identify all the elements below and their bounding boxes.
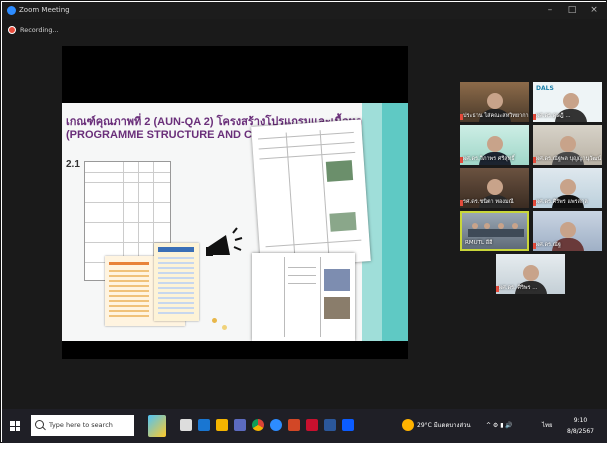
zoom-window: Zoom Meeting – □ × Recording... เกณฑ์คุณ… — [0, 0, 607, 443]
store-icon[interactable] — [234, 419, 246, 431]
tray-icons[interactable]: ^ ⚙ ▮ 🔊 — [486, 409, 513, 443]
participant-tile-active-speaker[interactable]: RMUTL อีอี — [460, 211, 529, 251]
participant-tile[interactable]: ผศ.ดร.ศิริพร แพรสกุล — [533, 168, 602, 208]
powerpoint-icon[interactable] — [288, 419, 300, 431]
megaphone-icon — [204, 225, 244, 263]
windows-taskbar: Type here to search 29°C มีแดดบางส่วน ^ … — [2, 409, 607, 443]
zoom-taskbar-icon[interactable] — [270, 419, 282, 431]
windows-start-icon[interactable] — [10, 421, 20, 431]
dals-logo: DALS — [536, 85, 554, 92]
participant-name: ผศ.ดร.ศิริพร แพรสกุล — [536, 199, 588, 205]
file-explorer-icon[interactable] — [216, 419, 228, 431]
meeting-stage: Recording... เกณฑ์คุณภาพที่ 2 (AUN-QA 2)… — [2, 19, 607, 409]
participant-tile[interactable]: ประธาน ไส่คณะสหวิทยาการ — [460, 82, 529, 122]
window-title: Zoom Meeting — [19, 6, 70, 14]
record-dot-icon — [8, 26, 16, 34]
document-card-top — [251, 119, 371, 269]
minimize-button[interactable]: – — [542, 2, 558, 19]
participant-tile[interactable]: ผศ.ดร.ณัฐ — [533, 211, 602, 251]
language-indicator[interactable]: ไทย — [542, 409, 553, 443]
search-icon — [35, 420, 44, 429]
participant-tile[interactable]: ผศ.ดร.ณัฐพล บุญญานุวัฒน์ — [533, 125, 602, 165]
taskbar-search-box[interactable]: Type here to search — [31, 415, 134, 436]
participant-tile[interactable]: รศ.ดร.ชนิตา ทองมณี — [460, 168, 529, 208]
participant-tile[interactable]: ผศ.ดร.วิภาพร ศรีสุทธิ์ — [460, 125, 529, 165]
participant-name: ประธาน ไส่คณะสหวิทยาการ — [463, 113, 529, 119]
task-view-icon[interactable] — [180, 419, 192, 431]
title-bar: Zoom Meeting – □ × — [2, 2, 607, 19]
presentation-slide: เกณฑ์คุณภาพที่ 2 (AUN-QA 2) โครงสร้างโปร… — [62, 103, 408, 341]
zoom-logo-icon — [7, 6, 16, 15]
participant-name: RMUTL อีอี — [465, 240, 493, 246]
maximize-button[interactable]: □ — [564, 2, 580, 19]
edge-browser-icon[interactable] — [198, 419, 210, 431]
word-icon[interactable] — [324, 419, 336, 431]
clock-time: 9:10 — [573, 417, 588, 424]
recording-label: Recording... — [20, 26, 59, 34]
weather-icon[interactable] — [402, 419, 414, 431]
recording-indicator[interactable]: Recording... — [8, 24, 59, 36]
participant-name: ผศ.ดร.ณัฐ — [536, 242, 561, 248]
decor-dot — [222, 325, 227, 330]
participant-name: ผศ.ดร.วิภาพร ศรีสุทธิ์ — [463, 156, 515, 162]
close-button[interactable]: × — [586, 2, 602, 19]
search-placeholder: Type here to search — [49, 421, 113, 429]
clock[interactable]: 9:10 8/8/2567 — [567, 415, 594, 449]
participant-name: รศ.ดร.ชนิตา ทองมณี — [463, 199, 514, 205]
slide-section-number: 2.1 — [66, 159, 80, 170]
curriculum-poster-image-2 — [154, 243, 199, 321]
participant-tile[interactable]: DALS ผศ.ดร.ดุษฎี ... — [533, 82, 602, 122]
news-widget-icon[interactable] — [148, 415, 166, 437]
screen-share: เกณฑ์คุณภาพที่ 2 (AUN-QA 2) โครงสร้างโปร… — [62, 46, 408, 359]
participant-name: ผศ.ดร.ดุษฎี ... — [536, 113, 571, 119]
participant-tile[interactable]: ผศ.ดร. ศิริพร ... — [496, 254, 565, 294]
zoom-app-icon[interactable] — [342, 419, 354, 431]
participant-name: ผศ.ดร. ศิริพร ... — [499, 285, 538, 291]
participant-name: ผศ.ดร.ณัฐพล บุญญานุวัฒน์ — [536, 156, 602, 162]
decor-dot — [212, 318, 217, 323]
chrome-icon[interactable] — [252, 419, 264, 431]
document-card-bottom — [252, 253, 355, 341]
weather-text[interactable]: 29°C มีแดดบางส่วน — [417, 409, 471, 443]
pdf-reader-icon[interactable] — [306, 419, 318, 431]
clock-date: 8/8/2567 — [567, 428, 594, 435]
